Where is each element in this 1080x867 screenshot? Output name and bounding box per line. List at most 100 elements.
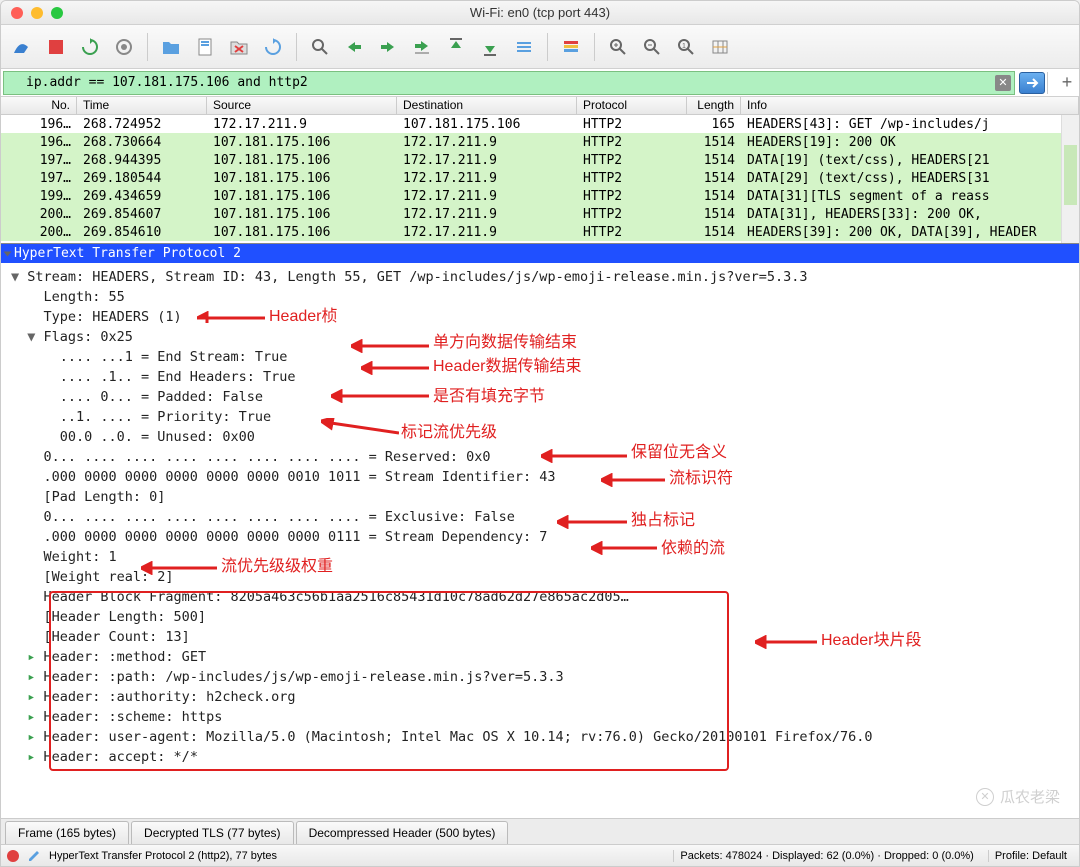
detail-line[interactable]: ▸ Header: :scheme: https <box>11 707 1069 727</box>
packet-cell: 268.724952 <box>77 117 207 132</box>
wechat-icon: ✕ <box>976 788 994 806</box>
column-time[interactable]: Time <box>77 97 207 114</box>
minimize-window-button[interactable] <box>31 7 43 19</box>
packet-cell: 269.854610 <box>77 225 207 240</box>
packet-row[interactable]: 196…268.730664107.181.175.106172.17.211.… <box>1 133 1079 151</box>
reload-file-button[interactable] <box>258 32 288 62</box>
detail-line[interactable]: 00.0 ..0. = Unused: 0x00 <box>11 427 1069 447</box>
detail-line[interactable]: .... .1.. = End Headers: True <box>11 367 1069 387</box>
detail-line[interactable]: .... 0... = Padded: False <box>11 387 1069 407</box>
detail-line[interactable]: [Header Count: 13] <box>11 627 1069 647</box>
detail-line[interactable]: Header Block Fragment: 8205a463c56b1aa25… <box>11 587 1069 607</box>
detail-line[interactable]: 0... .... .... .... .... .... .... .... … <box>11 507 1069 527</box>
find-packet-button[interactable] <box>305 32 335 62</box>
detail-line[interactable]: [Pad Length: 0] <box>11 487 1069 507</box>
detail-line[interactable]: [Header Length: 500] <box>11 607 1069 627</box>
packet-cell: 172.17.211.9 <box>397 207 577 222</box>
packet-cell: 107.181.175.106 <box>207 207 397 222</box>
detail-line[interactable]: ..1. .... = Priority: True <box>11 407 1069 427</box>
add-filter-button[interactable]: + <box>1055 71 1079 95</box>
packet-row[interactable]: 196…268.724952172.17.211.9107.181.175.10… <box>1 115 1079 133</box>
packet-row[interactable]: 199…269.434659107.181.175.106172.17.211.… <box>1 187 1079 205</box>
shark-fin-icon[interactable] <box>7 32 37 62</box>
packet-cell: DATA[31][TLS segment of a reass <box>741 189 1079 204</box>
packet-cell: 199… <box>1 189 77 204</box>
tab-decompressed-header[interactable]: Decompressed Header (500 bytes) <box>296 821 509 844</box>
zoom-out-button[interactable] <box>637 32 667 62</box>
packet-cell: 1514 <box>687 225 741 240</box>
detail-line[interactable]: ▸ Header: :path: /wp-includes/js/wp-emoj… <box>11 667 1069 687</box>
packet-cell: 107.181.175.106 <box>207 153 397 168</box>
detail-line[interactable]: .... ...1 = End Stream: True <box>11 347 1069 367</box>
column-length[interactable]: Length <box>687 97 741 114</box>
window-title: Wi-Fi: en0 (tcp port 443) <box>1 5 1079 20</box>
column-source[interactable]: Source <box>207 97 397 114</box>
packet-cell: 172.17.211.9 <box>397 135 577 150</box>
close-file-button[interactable] <box>224 32 254 62</box>
detail-line[interactable]: 0... .... .... .... .... .... .... .... … <box>11 447 1069 467</box>
detail-line[interactable]: .000 0000 0000 0000 0000 0000 0010 1011 … <box>11 467 1069 487</box>
open-file-button[interactable] <box>156 32 186 62</box>
resize-columns-button[interactable] <box>705 32 735 62</box>
packet-list-pane: No. Time Source Destination Protocol Len… <box>1 97 1079 243</box>
packet-row[interactable]: 197…268.944395107.181.175.106172.17.211.… <box>1 151 1079 169</box>
detail-line[interactable]: [Weight real: 2] <box>11 567 1069 587</box>
close-window-button[interactable] <box>11 7 23 19</box>
stop-capture-button[interactable] <box>41 32 71 62</box>
column-protocol[interactable]: Protocol <box>577 97 687 114</box>
tab-frame[interactable]: Frame (165 bytes) <box>5 821 129 844</box>
detail-line[interactable]: ▸ Header: user-agent: Mozilla/5.0 (Macin… <box>11 727 1069 747</box>
expert-info-button[interactable] <box>7 850 19 862</box>
go-forward-button[interactable] <box>373 32 403 62</box>
packet-cell: 269.854607 <box>77 207 207 222</box>
packet-cell: HTTP2 <box>577 171 687 186</box>
edit-icon[interactable] <box>27 849 41 863</box>
packet-cell: 165 <box>687 117 741 132</box>
colorize-button[interactable] <box>556 32 586 62</box>
column-info[interactable]: Info <box>741 97 1079 114</box>
packet-list-header[interactable]: No. Time Source Destination Protocol Len… <box>1 97 1079 115</box>
detail-line[interactable]: ▼ Stream: HEADERS, Stream ID: 43, Length… <box>11 267 1069 287</box>
apply-filter-button[interactable] <box>1019 72 1045 94</box>
packet-cell: 107.181.175.106 <box>207 225 397 240</box>
go-to-first-button[interactable] <box>441 32 471 62</box>
clear-filter-button[interactable]: ✕ <box>995 75 1011 91</box>
maximize-window-button[interactable] <box>51 7 63 19</box>
auto-scroll-button[interactable] <box>509 32 539 62</box>
detail-line[interactable]: ▸ Header: :authority: h2check.org <box>11 687 1069 707</box>
detail-line[interactable]: Type: HEADERS (1) <box>11 307 1069 327</box>
go-to-packet-button[interactable] <box>407 32 437 62</box>
packet-row[interactable]: 200…269.854610107.181.175.106172.17.211.… <box>1 223 1079 241</box>
protocol-details-header[interactable]: HyperText Transfer Protocol 2 <box>1 243 1079 263</box>
watermark: ✕ 瓜农老梁 <box>976 786 1060 807</box>
zoom-reset-button[interactable]: 1 <box>671 32 701 62</box>
packet-cell: HTTP2 <box>577 189 687 204</box>
detail-line[interactable]: ▼ Flags: 0x25 <box>11 327 1069 347</box>
go-back-button[interactable] <box>339 32 369 62</box>
detail-line[interactable]: .000 0000 0000 0000 0000 0000 0000 0111 … <box>11 527 1069 547</box>
status-profile[interactable]: Profile: Default <box>988 850 1073 862</box>
detail-line[interactable]: Weight: 1 <box>11 547 1069 567</box>
packet-cell: 172.17.211.9 <box>397 171 577 186</box>
display-filter-input[interactable] <box>3 71 1015 95</box>
go-to-last-button[interactable] <box>475 32 505 62</box>
packet-cell: 1514 <box>687 207 741 222</box>
packet-cell: 269.180544 <box>77 171 207 186</box>
packet-row[interactable]: 200…269.854607107.181.175.106172.17.211.… <box>1 205 1079 223</box>
column-no[interactable]: No. <box>1 97 77 114</box>
zoom-in-button[interactable] <box>603 32 633 62</box>
capture-options-button[interactable] <box>109 32 139 62</box>
packet-minimap[interactable] <box>1061 115 1079 243</box>
status-bar: HyperText Transfer Protocol 2 (http2), 7… <box>1 844 1079 866</box>
tab-decrypted-tls[interactable]: Decrypted TLS (77 bytes) <box>131 821 294 844</box>
packet-row[interactable]: 197…269.180544107.181.175.106172.17.211.… <box>1 169 1079 187</box>
packet-cell: 269.434659 <box>77 189 207 204</box>
column-destination[interactable]: Destination <box>397 97 577 114</box>
save-file-button[interactable] <box>190 32 220 62</box>
detail-line[interactable]: ▸ Header: :method: GET <box>11 647 1069 667</box>
filter-toolbar: ✕ + <box>1 69 1079 97</box>
detail-line[interactable]: Length: 55 <box>11 287 1069 307</box>
restart-capture-button[interactable] <box>75 32 105 62</box>
detail-line[interactable]: ▸ Header: accept: */* <box>11 747 1069 767</box>
packet-details-pane[interactable]: ▼ Stream: HEADERS, Stream ID: 43, Length… <box>1 263 1079 818</box>
